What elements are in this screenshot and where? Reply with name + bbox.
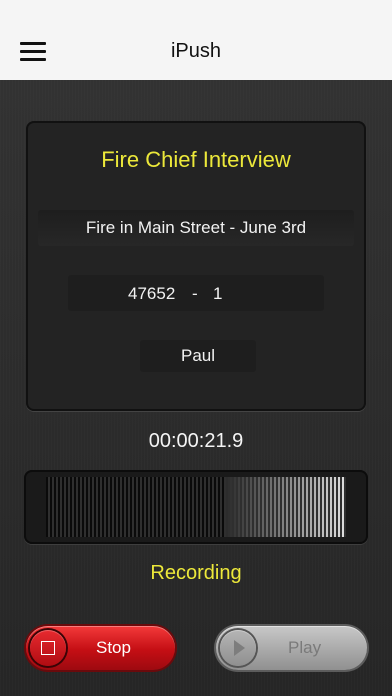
level-meter-bar	[190, 477, 192, 537]
sequence-field[interactable]: 1	[213, 284, 222, 304]
play-icon	[234, 640, 245, 656]
level-meter-bar	[266, 477, 268, 537]
level-meter-bar	[146, 477, 148, 537]
level-meter-bar	[298, 477, 300, 537]
level-meter-bar	[322, 477, 324, 537]
level-meter	[46, 477, 346, 537]
level-meter-bar	[110, 477, 112, 537]
level-meter-bar	[158, 477, 160, 537]
author-field[interactable]: Paul	[140, 340, 256, 372]
description-field[interactable]: Fire in Main Street - June 3rd	[38, 210, 354, 246]
level-meter-bar	[202, 477, 204, 537]
level-meter-bar	[310, 477, 312, 537]
level-meter-bar	[174, 477, 176, 537]
level-meter-bar	[342, 477, 344, 537]
level-meter-bar	[54, 477, 56, 537]
level-meter-bar	[206, 477, 208, 537]
level-meter-bar	[82, 477, 84, 537]
level-meter-bar	[70, 477, 72, 537]
level-meter-bar	[142, 477, 144, 537]
level-meter-bar	[330, 477, 332, 537]
level-meter-bar	[178, 477, 180, 537]
level-meter-bar	[294, 477, 296, 537]
level-meter-bar	[86, 477, 88, 537]
level-meter-bar	[198, 477, 200, 537]
level-meter-bar	[50, 477, 52, 537]
level-meter-bar	[334, 477, 336, 537]
elapsed-timer: 00:00:21.9	[148, 430, 244, 452]
level-meter-bar	[338, 477, 340, 537]
play-button-label: Play	[288, 638, 322, 657]
level-meter-bar	[286, 477, 288, 537]
level-meter-bar	[302, 477, 304, 537]
level-meter-bar	[278, 477, 280, 537]
level-meter-bar	[326, 477, 328, 537]
level-meter-bar	[318, 477, 320, 537]
level-meter-bar	[306, 477, 308, 537]
level-meter-bar	[234, 477, 236, 537]
level-meter-bar	[66, 477, 68, 537]
level-meter-bar	[118, 477, 120, 537]
recording-title[interactable]: Fire Chief Interview	[0, 147, 392, 173]
level-meter-bar	[314, 477, 316, 537]
level-meter-bar	[210, 477, 212, 537]
stop-button[interactable]: Stop	[26, 626, 175, 670]
level-meter-bar	[254, 477, 256, 537]
level-meter-bar	[246, 477, 248, 537]
level-meter-bar	[274, 477, 276, 537]
level-meter-bar	[62, 477, 64, 537]
level-meter-bar	[94, 477, 96, 537]
level-meter-bar	[74, 477, 76, 537]
level-meter-bar	[58, 477, 60, 537]
level-meter-bar	[238, 477, 240, 537]
level-meter-bar	[46, 477, 48, 537]
level-meter-bar	[250, 477, 252, 537]
level-meter-bar	[106, 477, 108, 537]
job-separator: -	[192, 284, 198, 303]
level-meter-bar	[170, 477, 172, 537]
level-meter-bar	[270, 477, 272, 537]
level-meter-bar	[102, 477, 104, 537]
level-meter-bar	[138, 477, 140, 537]
level-meter-bar	[126, 477, 128, 537]
level-meter-bar	[154, 477, 156, 537]
play-button[interactable]: Play	[216, 626, 367, 670]
nav-bar: iPush	[0, 0, 392, 81]
level-meter-bar	[182, 477, 184, 537]
page-title: iPush	[170, 40, 222, 62]
stop-button-label: Stop	[96, 638, 131, 657]
level-meter-bar	[78, 477, 80, 537]
level-meter-bar	[186, 477, 188, 537]
job-id-row: 47652 - 1	[68, 275, 324, 311]
level-meter-bar	[98, 477, 100, 537]
level-meter-bar	[242, 477, 244, 537]
level-meter-bars	[46, 477, 346, 537]
stop-icon	[41, 641, 55, 655]
job-number-field[interactable]: 47652	[128, 284, 175, 304]
level-meter-bar	[218, 477, 220, 537]
level-meter-bar	[194, 477, 196, 537]
level-meter-bar	[222, 477, 224, 537]
level-meter-bar	[226, 477, 228, 537]
recording-status: Recording	[150, 562, 242, 584]
level-meter-bar	[90, 477, 92, 537]
level-meter-bar	[166, 477, 168, 537]
level-meter-bar	[290, 477, 292, 537]
level-meter-bar	[130, 477, 132, 537]
level-meter-bar	[122, 477, 124, 537]
level-meter-bar	[134, 477, 136, 537]
stop-circle	[30, 630, 66, 666]
level-meter-bar	[214, 477, 216, 537]
level-meter-bar	[282, 477, 284, 537]
level-meter-bar	[114, 477, 116, 537]
level-meter-bar	[162, 477, 164, 537]
level-meter-bar	[150, 477, 152, 537]
level-meter-bar	[230, 477, 232, 537]
level-meter-bar	[258, 477, 260, 537]
play-circle	[220, 630, 256, 666]
level-meter-bar	[262, 477, 264, 537]
